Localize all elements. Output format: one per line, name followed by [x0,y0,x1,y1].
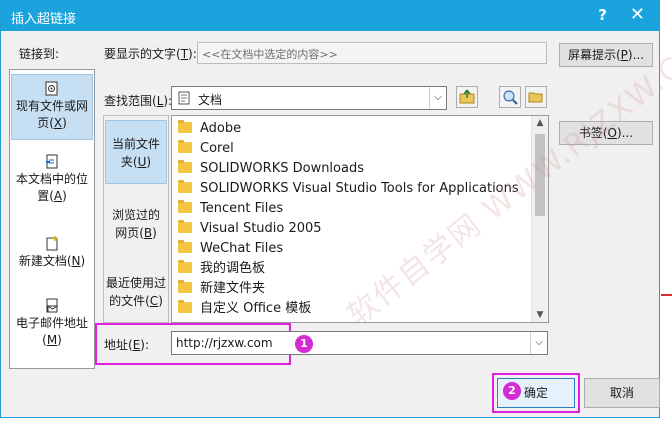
look-in-value: 文档 [198,93,223,107]
insert-hyperlink-dialog: 插入超链接 ? ✕ 链接到: 要显示的文字(T): <<在文档中选定的内容>> … [0,0,660,418]
file-list: Adobe Corel SOLIDWORKS Downloads SOLIDWO… [171,115,549,323]
folder-icon [178,180,192,193]
existing-file-icon [45,81,58,96]
close-icon[interactable]: ✕ [630,4,645,25]
dialog-title: 插入超链接 [11,12,77,27]
list-item[interactable]: Adobe [178,119,241,139]
link-to-place-in-document[interactable]: 本文档中的位 置(A) [11,154,93,205]
link-to-panel: 现有文件或网 页(X) 本文档中的位 置(A) 新建文档(N) 电子邮件地址 (M) [9,69,95,369]
browse-panel: 当前文件 夹(U) 浏览过的 网页(B) 最近使用过 的文件(C) [103,115,169,323]
new-document-icon [46,236,58,251]
folder-icon [178,200,192,213]
screentip-button[interactable]: 屏幕提示(P)... [559,43,653,67]
place-in-document-icon [46,154,58,169]
link-to-email-address[interactable]: 电子邮件地址 (M) [11,298,93,349]
list-item[interactable]: Tencent Files [178,199,283,219]
address-value: http://rjzxw.com [176,336,273,350]
email-icon [46,298,58,313]
web-search-icon [503,90,518,105]
current-folder-tab[interactable]: 当前文件 夹(U) [105,120,167,184]
folder-icon [178,280,192,293]
folder-icon [178,240,192,253]
folder-icon [178,300,192,313]
list-item[interactable]: SOLIDWORKS Downloads [178,159,364,179]
browse-file-button[interactable] [525,86,547,108]
link-to-existing-file[interactable]: 现有文件或网 页(X) [11,74,93,140]
step-badge-1: 1 [295,335,313,353]
folder-icon [178,160,192,173]
folder-icon [178,140,192,153]
background-red-line [661,294,672,296]
scroll-down-icon[interactable]: ▼ [532,310,548,320]
browsed-pages-tab[interactable]: 浏览过的 网页(B) [105,206,167,242]
chevron-down-icon[interactable]: ⌵ [429,87,446,109]
folder-icon [178,120,192,133]
recent-files-tab[interactable]: 最近使用过 的文件(C) [105,274,167,310]
open-folder-icon [528,92,543,103]
list-item[interactable]: 我的调色板 [178,259,265,279]
scroll-up-icon[interactable]: ▲ [532,118,548,128]
list-item[interactable]: WeChat Files [178,239,283,259]
list-item[interactable]: 新建文件夹 [178,279,265,299]
look-in-label: 查找范围(L): [104,94,173,108]
help-button[interactable]: ? [598,6,607,24]
list-item[interactable]: Visual Studio 2005 [178,219,322,239]
title-bar: 插入超链接 ? ✕ [1,1,659,31]
link-to-new-document[interactable]: 新建文档(N) [11,236,93,270]
up-folder-button[interactable] [456,86,478,108]
list-item[interactable]: Corel [178,139,234,159]
folder-icon [178,220,192,233]
scrollbar-thumb[interactable] [535,134,545,216]
list-item[interactable]: 自定义 Office 模板 [178,299,311,319]
step-badge-2: 2 [503,382,521,400]
folder-up-icon [459,89,475,104]
address-label: 地址(E): [104,338,150,352]
display-text-label: 要显示的文字(T): [104,47,197,61]
display-text-value: <<在文档中选定的内容>> [202,48,338,61]
folder-icon [178,260,192,273]
bookmark-button[interactable]: 书签(O)... [559,121,653,145]
file-list-scrollbar[interactable]: ▲ ▼ [531,116,548,322]
chevron-down-icon[interactable]: ⌵ [530,332,547,354]
look-in-select[interactable]: 文档 ⌵ [171,86,447,110]
link-to-label: 链接到: [19,47,60,61]
documents-icon [178,91,190,105]
address-input[interactable]: http://rjzxw.com ⌵ [171,331,548,355]
cancel-button[interactable]: 取消 [584,378,660,408]
list-item[interactable]: SOLIDWORKS Visual Studio Tools for Appli… [178,179,519,199]
browse-web-button[interactable] [499,86,521,108]
display-text-field[interactable]: <<在文档中选定的内容>> [197,42,547,64]
